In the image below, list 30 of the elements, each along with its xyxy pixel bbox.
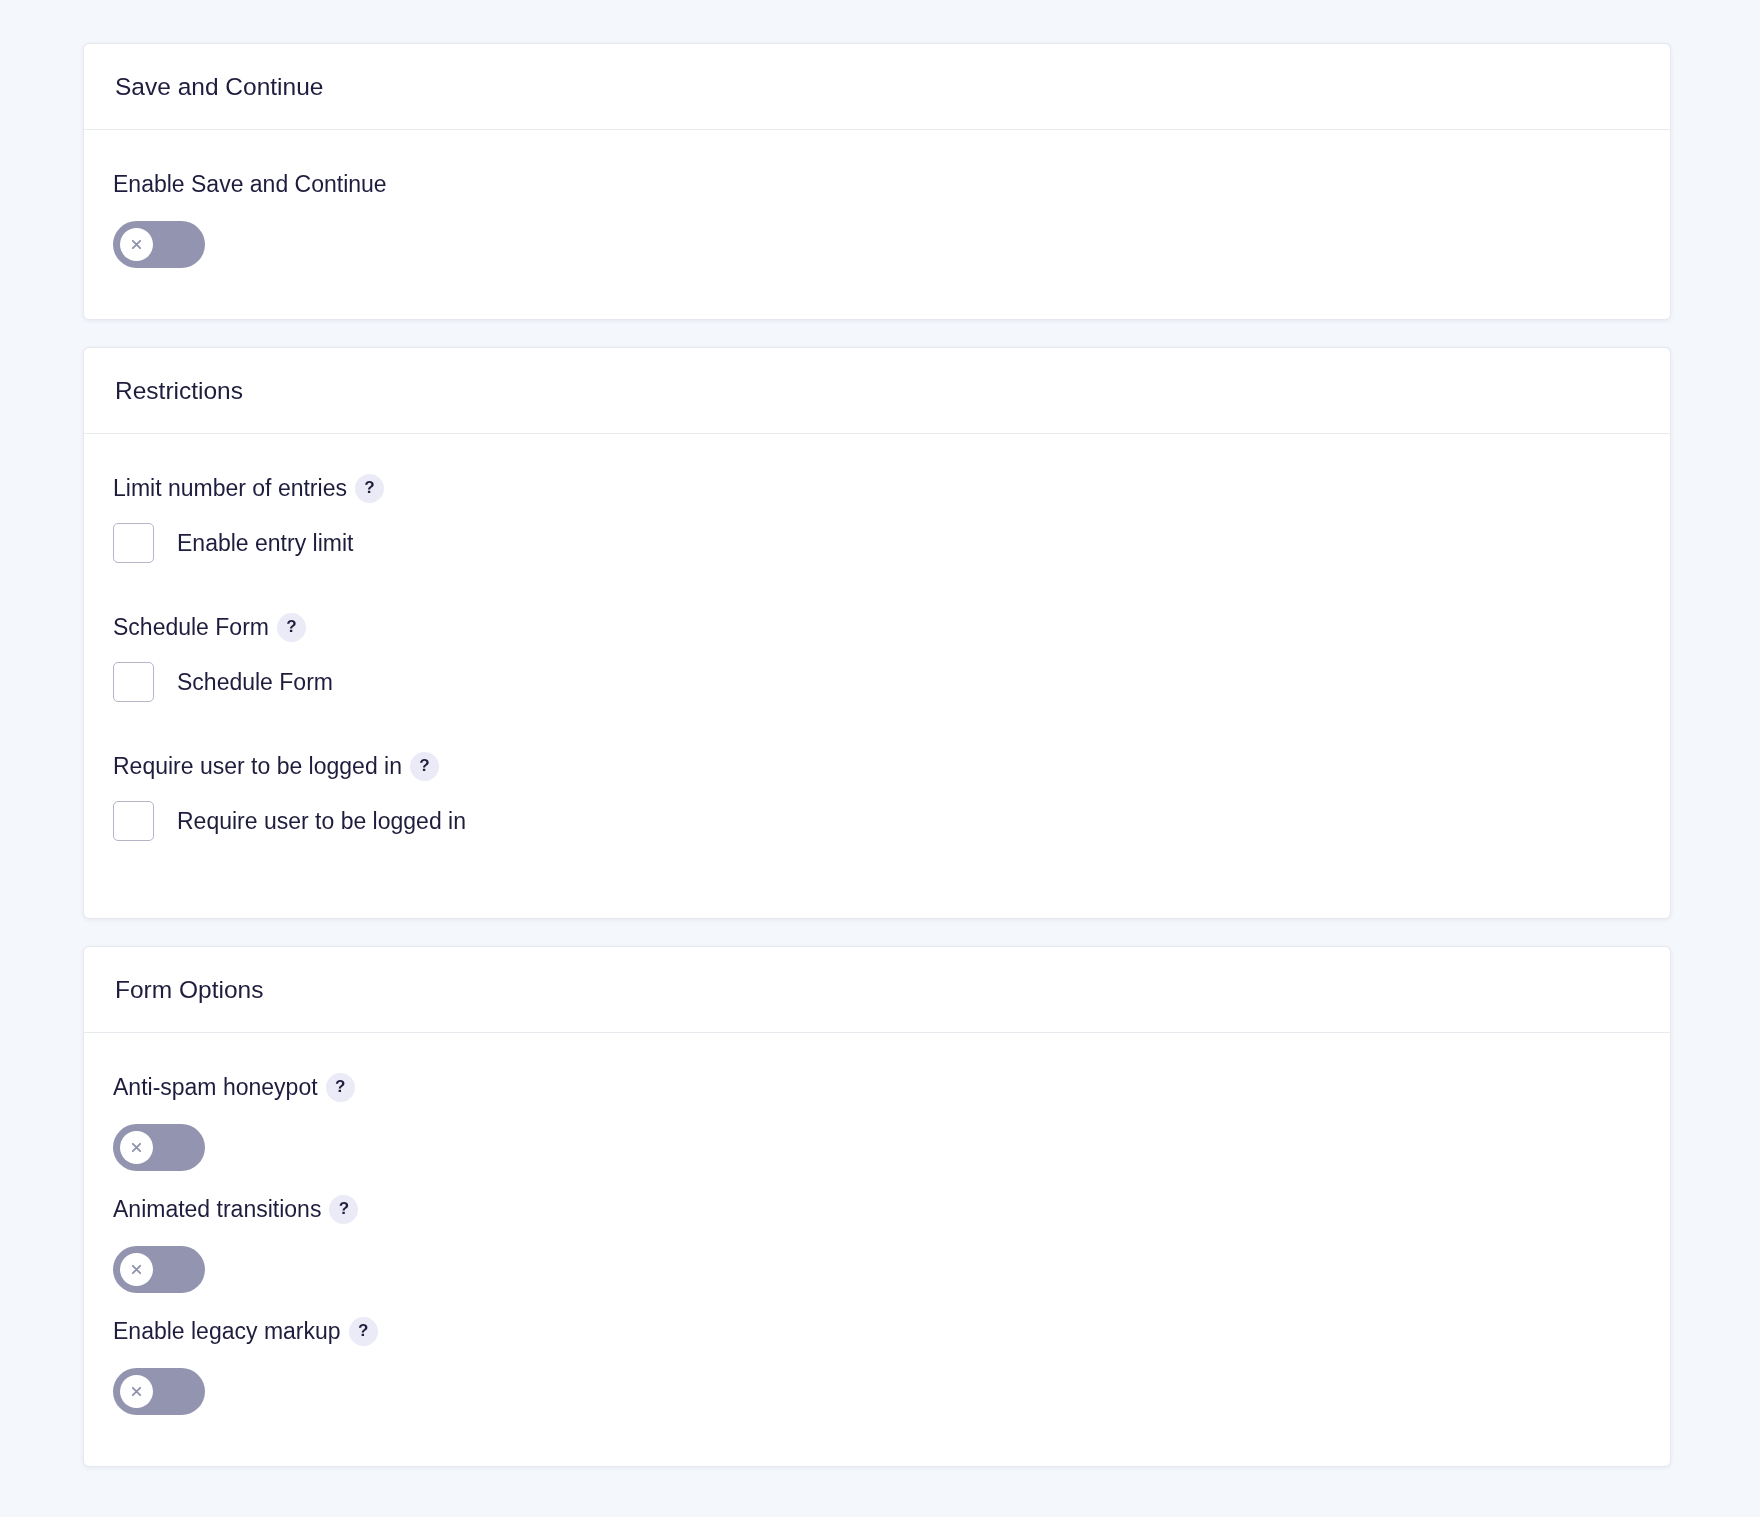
help-icon[interactable]: ? xyxy=(410,751,439,781)
card-title: Save and Continue xyxy=(115,71,324,102)
help-icon[interactable]: ? xyxy=(354,473,384,503)
help-icon[interactable]: ? xyxy=(348,1316,378,1346)
card-title: Restrictions xyxy=(115,375,243,406)
toggle-switch[interactable] xyxy=(113,1246,205,1293)
checkbox-label[interactable]: Require user to be logged in xyxy=(177,807,466,835)
field-label: Limit number of entries xyxy=(113,474,347,502)
cross-knob-icon xyxy=(120,1131,153,1164)
checkbox-label[interactable]: Enable entry limit xyxy=(177,529,354,557)
help-icon[interactable]: ? xyxy=(325,1072,355,1102)
checkbox-label[interactable]: Schedule Form xyxy=(177,668,333,696)
help-icon[interactable]: ? xyxy=(276,612,306,642)
toggle-switch[interactable] xyxy=(113,221,205,268)
cross-knob-icon xyxy=(120,1375,153,1408)
cross-knob-icon xyxy=(120,228,153,261)
field-label: Anti-spam honeypot xyxy=(113,1073,318,1101)
toggle-switch[interactable] xyxy=(113,1368,205,1415)
field-label: Animated transitions xyxy=(113,1195,322,1223)
field-label: Enable legacy markup xyxy=(113,1317,341,1345)
toggle-switch[interactable] xyxy=(113,1124,205,1171)
checkbox[interactable] xyxy=(113,523,154,563)
card-title: Form Options xyxy=(115,974,264,1005)
checkbox[interactable] xyxy=(113,801,154,841)
field-label: Enable Save and Continue xyxy=(113,170,387,198)
field-label: Schedule Form xyxy=(113,613,269,641)
help-icon[interactable]: ? xyxy=(329,1194,359,1224)
checkbox[interactable] xyxy=(113,662,154,702)
cross-knob-icon xyxy=(120,1253,153,1286)
field-label: Require user to be logged in xyxy=(113,752,402,780)
